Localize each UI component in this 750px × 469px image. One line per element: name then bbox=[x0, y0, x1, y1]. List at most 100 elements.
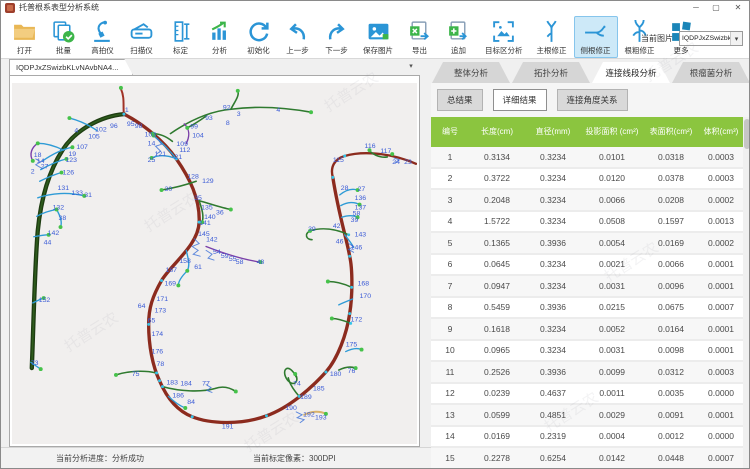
table-cell: 0.0169 bbox=[643, 233, 699, 253]
analysis-tab-2[interactable]: 连接线段分析 bbox=[592, 62, 670, 83]
table-row[interactable]: 120.02390.46370.00110.00350.0000 bbox=[431, 384, 743, 406]
root-image-canvas[interactable]: 1969598102410510719123181427212613113331… bbox=[12, 83, 417, 444]
svg-text:65: 65 bbox=[148, 317, 156, 324]
toolbar-item-open[interactable]: 打开 bbox=[5, 16, 44, 58]
table-scrollbar[interactable] bbox=[743, 117, 750, 469]
view-button-2[interactable]: 连接角度关系 bbox=[557, 89, 628, 111]
table-cell: 0.4637 bbox=[525, 384, 581, 404]
image-tab-chevron-icon[interactable]: ▾ bbox=[405, 61, 417, 72]
toolbar-item-scanner[interactable]: 扫描仪 bbox=[122, 16, 161, 58]
table-cell: 0.0142 bbox=[581, 448, 643, 468]
toolbar-item-target-area[interactable]: 目标区分析 bbox=[478, 16, 530, 58]
table-cell: 0.0000 bbox=[699, 384, 743, 404]
image-tab[interactable]: IQDPJxZSwizbKLvNAvbNA4... bbox=[9, 59, 133, 76]
table-cell: 0.0000 bbox=[699, 427, 743, 447]
view-button-1[interactable]: 详细结果 bbox=[493, 89, 547, 111]
current-image-dropdown[interactable]: IQDPJxZSwizbk ▾ bbox=[679, 31, 743, 46]
root-illustration: 1969598102410510719123181427212613113331… bbox=[12, 83, 417, 444]
svg-text:167: 167 bbox=[165, 267, 177, 274]
table-cell: 1 bbox=[431, 147, 469, 167]
svg-text:27: 27 bbox=[358, 186, 366, 193]
svg-text:36: 36 bbox=[216, 209, 224, 216]
toolbar-item-label: 根粗修正 bbox=[625, 45, 655, 56]
view-button-0[interactable]: 总结果 bbox=[437, 89, 483, 111]
table-cell: 14 bbox=[431, 427, 469, 447]
svg-text:158: 158 bbox=[179, 258, 191, 265]
analysis-panel: 整体分析拓扑分析连接线段分析根瘤菌分析 总结果详细结果连接角度关系 编号长度(c… bbox=[431, 59, 750, 469]
analysis-tab-1[interactable]: 拓扑分析 bbox=[512, 62, 590, 83]
table-cell: 2 bbox=[431, 169, 469, 189]
svg-text:141: 141 bbox=[199, 220, 211, 227]
table-cell: 0.0215 bbox=[581, 298, 643, 318]
svg-text:186: 186 bbox=[172, 392, 184, 399]
table-row[interactable]: 50.13650.39360.00540.01690.0002 bbox=[431, 233, 743, 255]
table-row[interactable]: 90.16180.32340.00520.01640.0001 bbox=[431, 319, 743, 341]
initialize-icon bbox=[246, 19, 271, 44]
table-row[interactable]: 100.09650.32340.00310.00980.0001 bbox=[431, 341, 743, 363]
svg-text:105: 105 bbox=[88, 134, 100, 141]
toolbar-item-batch[interactable]: 批量 bbox=[44, 16, 83, 58]
table-row[interactable]: 41.57220.32340.05080.15970.0013 bbox=[431, 212, 743, 234]
svg-text:96: 96 bbox=[110, 123, 118, 130]
toolbar-item-init[interactable]: 初始化 bbox=[239, 16, 278, 58]
toolbar-item-save-image[interactable]: 保存图片 bbox=[356, 16, 400, 58]
svg-text:189: 189 bbox=[300, 394, 312, 401]
table-cell: 0.0002 bbox=[699, 233, 743, 253]
toolbar-item-prev[interactable]: 上一步 bbox=[278, 16, 317, 58]
table-row[interactable]: 110.25260.39360.00990.03120.0003 bbox=[431, 362, 743, 384]
table-header-row: 编号长度(cm)直径(mm)投影面积 (cm²)表面积(cm²)体积(cm³) bbox=[431, 117, 743, 147]
minimize-button[interactable]: ─ bbox=[687, 1, 705, 15]
toolbar-item-label: 更多 bbox=[674, 45, 689, 56]
toolbar-item-analyze[interactable]: 分析 bbox=[200, 16, 239, 58]
table-row[interactable]: 20.37220.32340.01200.03780.0003 bbox=[431, 169, 743, 191]
analysis-chart-icon bbox=[207, 19, 232, 44]
table-scrollbar-thumb[interactable] bbox=[744, 119, 750, 149]
toolbar-item-calibrate[interactable]: 标定 bbox=[161, 16, 200, 58]
svg-text:168: 168 bbox=[358, 280, 370, 287]
table-row[interactable]: 150.22780.62540.01420.04480.0007 bbox=[431, 448, 743, 469]
undo-arrow-icon bbox=[285, 19, 310, 44]
close-button[interactable]: ✕ bbox=[729, 1, 747, 15]
toolbar-item-main-root[interactable]: 主根修正 bbox=[530, 16, 574, 58]
svg-text:170: 170 bbox=[360, 293, 372, 300]
table-cell: 7 bbox=[431, 276, 469, 296]
svg-text:78: 78 bbox=[157, 361, 165, 368]
table-header-cell: 表面积(cm²) bbox=[643, 117, 699, 147]
svg-text:136: 136 bbox=[355, 195, 367, 202]
table-row[interactable]: 10.31340.32340.01010.03180.0003 bbox=[431, 147, 743, 169]
table-cell: 0.0021 bbox=[581, 255, 643, 275]
toolbar-item-doc-camera[interactable]: 高拍仪 bbox=[83, 16, 122, 58]
table-header-cell: 长度(cm) bbox=[469, 117, 525, 147]
svg-text:21: 21 bbox=[174, 154, 182, 161]
svg-text:2: 2 bbox=[31, 169, 35, 176]
table-cell: 13 bbox=[431, 405, 469, 425]
table-cell: 0.0947 bbox=[469, 276, 525, 296]
table-row[interactable]: 80.54590.39360.02150.06750.0007 bbox=[431, 298, 743, 320]
table-cell: 0.0091 bbox=[643, 405, 699, 425]
app-title: 托普根系表型分析系统 bbox=[19, 1, 99, 15]
table-header-cell: 投影面积 (cm²) bbox=[581, 117, 643, 147]
table-cell: 0.0965 bbox=[469, 341, 525, 361]
table-cell: 0.0007 bbox=[699, 298, 743, 318]
svg-text:76: 76 bbox=[348, 368, 356, 375]
toolbar-item-next[interactable]: 下一步 bbox=[317, 16, 356, 58]
save-image-icon bbox=[366, 19, 391, 44]
toolbar-item-export[interactable]: 导出 bbox=[400, 16, 439, 58]
table-row[interactable]: 130.05990.48510.00290.00910.0001 bbox=[431, 405, 743, 427]
analysis-tab-0[interactable]: 整体分析 bbox=[432, 62, 510, 83]
table-cell: 0.2319 bbox=[525, 427, 581, 447]
toolbar-item-lateral-root[interactable]: 侧根修正 bbox=[574, 16, 618, 58]
table-row[interactable]: 70.09470.32340.00310.00960.0001 bbox=[431, 276, 743, 298]
table-row[interactable]: 140.01690.23190.00040.00120.0000 bbox=[431, 427, 743, 449]
toolbar-item-append[interactable]: 追加 bbox=[439, 16, 478, 58]
svg-text:142: 142 bbox=[48, 230, 60, 237]
maximize-button[interactable]: ▢ bbox=[707, 1, 725, 15]
table-cell: 1.5722 bbox=[469, 212, 525, 232]
table-row[interactable]: 60.06450.32340.00210.00660.0001 bbox=[431, 255, 743, 277]
table-cell: 0.3234 bbox=[525, 190, 581, 210]
chevron-down-icon[interactable]: ▾ bbox=[730, 32, 742, 45]
analysis-tab-3[interactable]: 根瘤菌分析 bbox=[672, 62, 750, 83]
svg-text:1: 1 bbox=[125, 107, 129, 114]
table-row[interactable]: 30.20480.32340.00660.02080.0002 bbox=[431, 190, 743, 212]
svg-text:39: 39 bbox=[351, 217, 359, 224]
